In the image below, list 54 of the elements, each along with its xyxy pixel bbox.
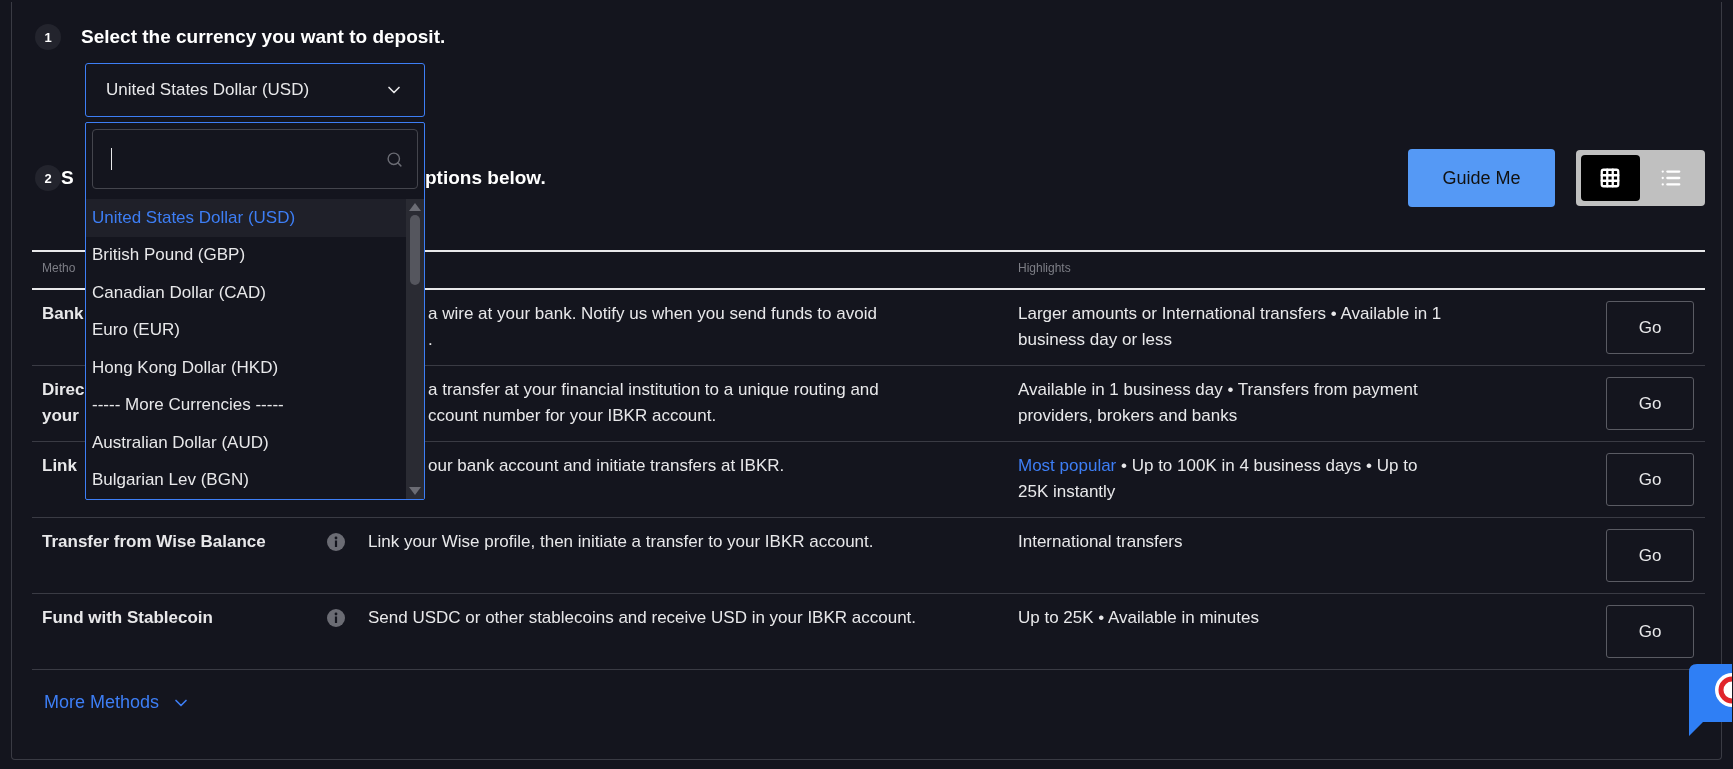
go-button[interactable]: Go xyxy=(1606,301,1694,354)
method-name: Bank xyxy=(42,303,84,325)
method-highlights: Most popular • Up to 100K in 4 business days • Up to 25K instantly xyxy=(1018,455,1419,503)
info-icon[interactable] xyxy=(327,609,345,627)
search-field[interactable] xyxy=(92,129,418,189)
currency-select[interactable]: United States Dollar (USD) xyxy=(85,63,425,117)
method-highlights: International transfers xyxy=(1018,531,1184,553)
view-toggle-button[interactable] xyxy=(1581,155,1640,201)
go-button[interactable]: Go xyxy=(1606,453,1694,506)
method-description: . xyxy=(428,329,434,351)
step-number: 2 xyxy=(35,165,61,191)
currency-option[interactable]: Bulgarian Lev (BGN) xyxy=(86,461,406,499)
method-name: Transfer from Wise Balance xyxy=(42,531,266,553)
column-header: Highlights xyxy=(1017,260,1072,277)
column-header: Metho xyxy=(42,261,76,275)
more-methods-link[interactable]: More Methods xyxy=(32,692,192,713)
currency-option[interactable]: Hong Kong Dollar (HKD) xyxy=(86,349,406,387)
currency-option[interactable]: ----- More Currencies ----- xyxy=(86,386,406,424)
go-button[interactable]: Go xyxy=(1606,529,1694,582)
step-number: 1 xyxy=(35,24,61,50)
list-icon xyxy=(1659,167,1682,189)
currency-option[interactable]: Euro (EUR) xyxy=(86,311,406,349)
scroll-up-icon[interactable] xyxy=(409,203,421,211)
currency-option[interactable]: Australian Dollar (AUD) xyxy=(86,424,406,462)
method-description: Link your Wise profile, then initiate a transfer to your IBKR account. xyxy=(368,531,875,553)
step-title: Select the currency you want to deposit. xyxy=(81,26,446,48)
guide-me-button[interactable]: Guide Me xyxy=(1408,149,1555,207)
text-cursor xyxy=(111,148,112,170)
scrollbar[interactable] xyxy=(406,199,424,499)
method-description: our bank account and initiate transfers at IBKR. xyxy=(428,455,786,477)
method-description: Send USDC or other stablecoins and receive USD in your IBKR account. xyxy=(368,607,918,629)
method-name: Direc xyxy=(42,379,85,401)
grid-icon xyxy=(1599,167,1622,189)
method-name: your xyxy=(42,405,79,427)
go-button[interactable]: Go xyxy=(1606,605,1694,658)
scroll-down-icon[interactable] xyxy=(409,487,421,495)
method-name: Fund with Stablecoin xyxy=(42,607,213,629)
go-button[interactable]: Go xyxy=(1606,377,1694,430)
method-highlights: Up to 25K • Available in minutes xyxy=(1018,607,1260,629)
method-highlights: Available in 1 business day • Transfers from payment providers, brokers and banks xyxy=(1018,379,1419,427)
currency-option[interactable]: British Pound (GBP) xyxy=(86,236,406,274)
step-title: ptions below. xyxy=(425,167,546,189)
currency-option[interactable]: Canadian Dollar (CAD) xyxy=(86,274,406,312)
scroll-thumb[interactable] xyxy=(410,215,420,285)
info-icon[interactable] xyxy=(327,533,345,551)
method-description: a wire at your bank. Notify us when you send funds to avoid xyxy=(428,303,878,325)
method-name: Link xyxy=(42,455,77,477)
currency-option[interactable]: United States Dollar (USD) xyxy=(86,199,406,237)
search-icon xyxy=(386,150,403,168)
chat-icon[interactable] xyxy=(1689,664,1732,739)
method-description: a transfer at your financial institution to a unique routing and xyxy=(428,379,880,401)
step-title: S xyxy=(61,167,74,188)
method-description: ccount number for your IBKR account. xyxy=(428,405,718,427)
method-highlights: Larger amounts or International transfers • Available in 1 business day or less xyxy=(1018,303,1443,351)
